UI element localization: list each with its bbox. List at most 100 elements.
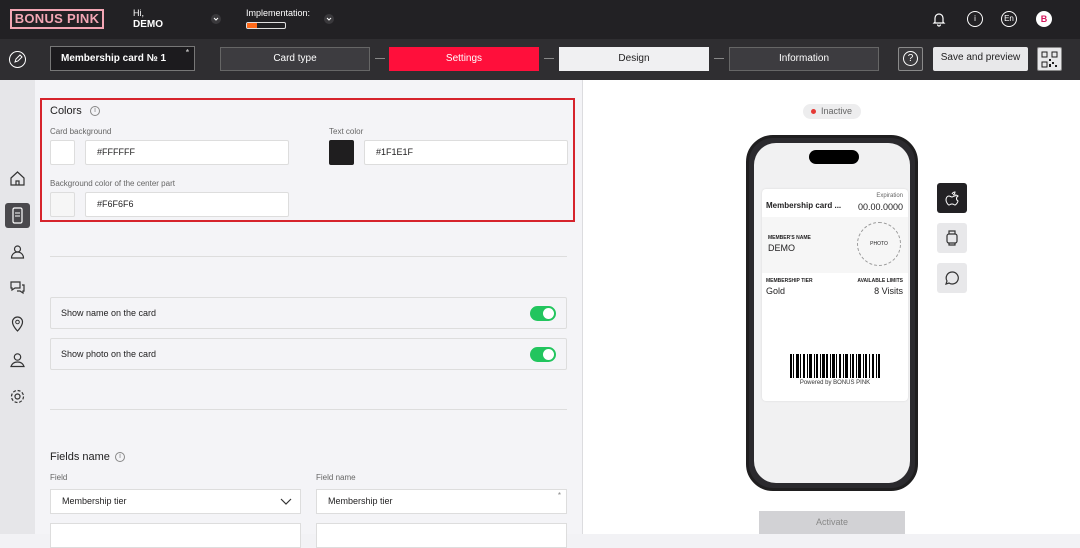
user-menu-chevron-icon[interactable] <box>211 14 221 24</box>
field-name-input[interactable]: Membership tier * <box>316 489 567 514</box>
help-button[interactable]: ? <box>898 47 923 71</box>
cards-nav-icon[interactable] <box>5 203 30 228</box>
settings-panel: Colors i Card background #FFFFFF Text co… <box>35 80 583 548</box>
phone-notch <box>809 150 859 164</box>
edit-pencil-icon[interactable] <box>9 51 26 68</box>
field-select-value: Membership tier <box>62 496 127 506</box>
brand-logo[interactable]: BONUS PINK <box>10 9 104 29</box>
field-column-label: Field <box>50 473 68 482</box>
show-photo-switch[interactable] <box>530 347 556 362</box>
implementation-label: Implementation: <box>246 8 311 18</box>
info-icon[interactable]: i <box>967 11 983 27</box>
card-name-value: Membership card № 1 <box>61 53 167 64</box>
fields-name-title: Fields name <box>50 451 110 463</box>
tier-value: Gold <box>766 286 786 296</box>
center-background-swatch[interactable] <box>50 192 75 217</box>
step-design[interactable]: Design <box>559 47 709 71</box>
status-text: Inactive <box>821 106 853 116</box>
avatar[interactable]: B <box>1036 11 1052 27</box>
card-background-input[interactable]: #FFFFFF <box>85 140 289 165</box>
watch-icon <box>946 230 958 246</box>
text-color-input[interactable]: #1F1E1F <box>364 140 568 165</box>
customers-icon[interactable] <box>9 243 26 260</box>
implementation-progress-bar <box>246 22 286 29</box>
required-mark: * <box>557 491 561 500</box>
user-greeting: Hi, DEMO <box>133 8 163 30</box>
show-photo-label: Show photo on the card <box>61 349 157 359</box>
notification-preview-button[interactable] <box>937 263 967 293</box>
colors-title: Colors <box>50 105 82 117</box>
activate-button[interactable]: Activate <box>759 511 905 534</box>
field-select[interactable]: Membership tier <box>50 489 301 514</box>
show-name-toggle-row[interactable]: Show name on the card <box>50 297 567 329</box>
card-background-swatch[interactable] <box>50 140 75 165</box>
step-settings[interactable]: Settings <box>389 47 539 71</box>
implementation-progress-fill <box>247 23 258 28</box>
field-name-input-2[interactable] <box>316 523 567 548</box>
bell-icon[interactable] <box>931 11 947 27</box>
help-icon: ? <box>903 51 918 66</box>
center-background-input[interactable]: #F6F6F6 <box>85 192 289 217</box>
show-name-switch[interactable] <box>530 306 556 321</box>
field-select-2[interactable] <box>50 523 301 548</box>
colors-info-icon[interactable]: i <box>90 106 100 116</box>
field-name-value: Membership tier <box>328 496 393 506</box>
text-color-label: Text color <box>329 127 364 136</box>
wallet-card-preview: Membership card ... Expiration 00.00.000… <box>762 189 908 401</box>
card-background-label: Card background <box>50 127 112 136</box>
qr-code-icon <box>1041 51 1058 68</box>
barcode <box>790 354 880 378</box>
wizard-bar: Membership card № 1 * Card type Settings… <box>0 39 1080 80</box>
greeting-text: Hi, <box>133 8 144 18</box>
language-switch[interactable]: En <box>1001 11 1017 27</box>
required-mark: * <box>185 48 189 57</box>
text-color-swatch[interactable] <box>329 140 354 165</box>
chevron-down-icon <box>280 498 292 505</box>
card-name-input[interactable]: Membership card № 1 * <box>50 46 195 71</box>
show-name-label: Show name on the card <box>61 308 157 318</box>
center-background-label: Background color of the center part <box>50 179 175 188</box>
fields-info-icon[interactable]: i <box>115 452 125 462</box>
phone-screen: Membership card ... Expiration 00.00.000… <box>754 143 910 483</box>
limits-label: AVAILABLE LIMITS <box>857 278 903 284</box>
powered-by-text: Powered by BONUS PINK <box>799 380 871 386</box>
show-photo-toggle-row[interactable]: Show photo on the card <box>50 338 567 370</box>
colors-section: Colors i Card background #FFFFFF Text co… <box>40 98 575 222</box>
top-bar: BONUS PINK Hi, DEMO Implementation: i En… <box>0 0 1080 39</box>
profile-icon[interactable] <box>9 351 26 368</box>
expiration-value: 00.00.0000 <box>857 202 903 212</box>
step-card-type[interactable]: Card type <box>220 47 370 71</box>
field-name-column-label: Field name <box>316 473 356 482</box>
apple-icon <box>945 191 959 206</box>
side-navigation <box>0 80 35 534</box>
home-icon[interactable] <box>9 170 26 187</box>
implementation-chevron-icon[interactable] <box>324 14 334 24</box>
user-name: DEMO <box>133 19 163 30</box>
card-preview-panel: Inactive Membership card ... Expiration … <box>583 80 1080 534</box>
member-name-label: MEMBER'S NAME <box>768 235 811 241</box>
messages-icon[interactable] <box>9 279 26 296</box>
card-title: Membership card ... <box>766 201 842 210</box>
apple-wallet-button[interactable] <box>937 183 967 213</box>
limits-value: 8 Visits <box>874 286 903 296</box>
expiration-label: Expiration <box>876 193 903 199</box>
status-dot <box>811 109 816 114</box>
step-information[interactable]: Information <box>729 47 879 71</box>
save-and-preview-button[interactable]: Save and preview <box>933 47 1028 71</box>
phone-mockup: Membership card ... Expiration 00.00.000… <box>746 135 918 491</box>
section-divider <box>50 409 567 410</box>
photo-placeholder: PHOTO <box>857 222 901 266</box>
location-icon[interactable] <box>9 315 26 332</box>
tier-label: MEMBERSHIP TIER <box>766 278 813 284</box>
step-divider <box>714 58 724 59</box>
card-center-part: MEMBER'S NAME DEMO PHOTO <box>762 217 908 273</box>
watch-preview-button[interactable] <box>937 223 967 253</box>
step-divider <box>544 58 554 59</box>
step-divider <box>375 58 385 59</box>
section-divider <box>50 256 567 257</box>
chat-bubble-icon <box>945 271 959 285</box>
status-badge: Inactive <box>803 104 861 119</box>
member-name: DEMO <box>768 243 795 253</box>
qr-code-button[interactable] <box>1037 47 1062 71</box>
gear-icon[interactable] <box>9 388 26 405</box>
